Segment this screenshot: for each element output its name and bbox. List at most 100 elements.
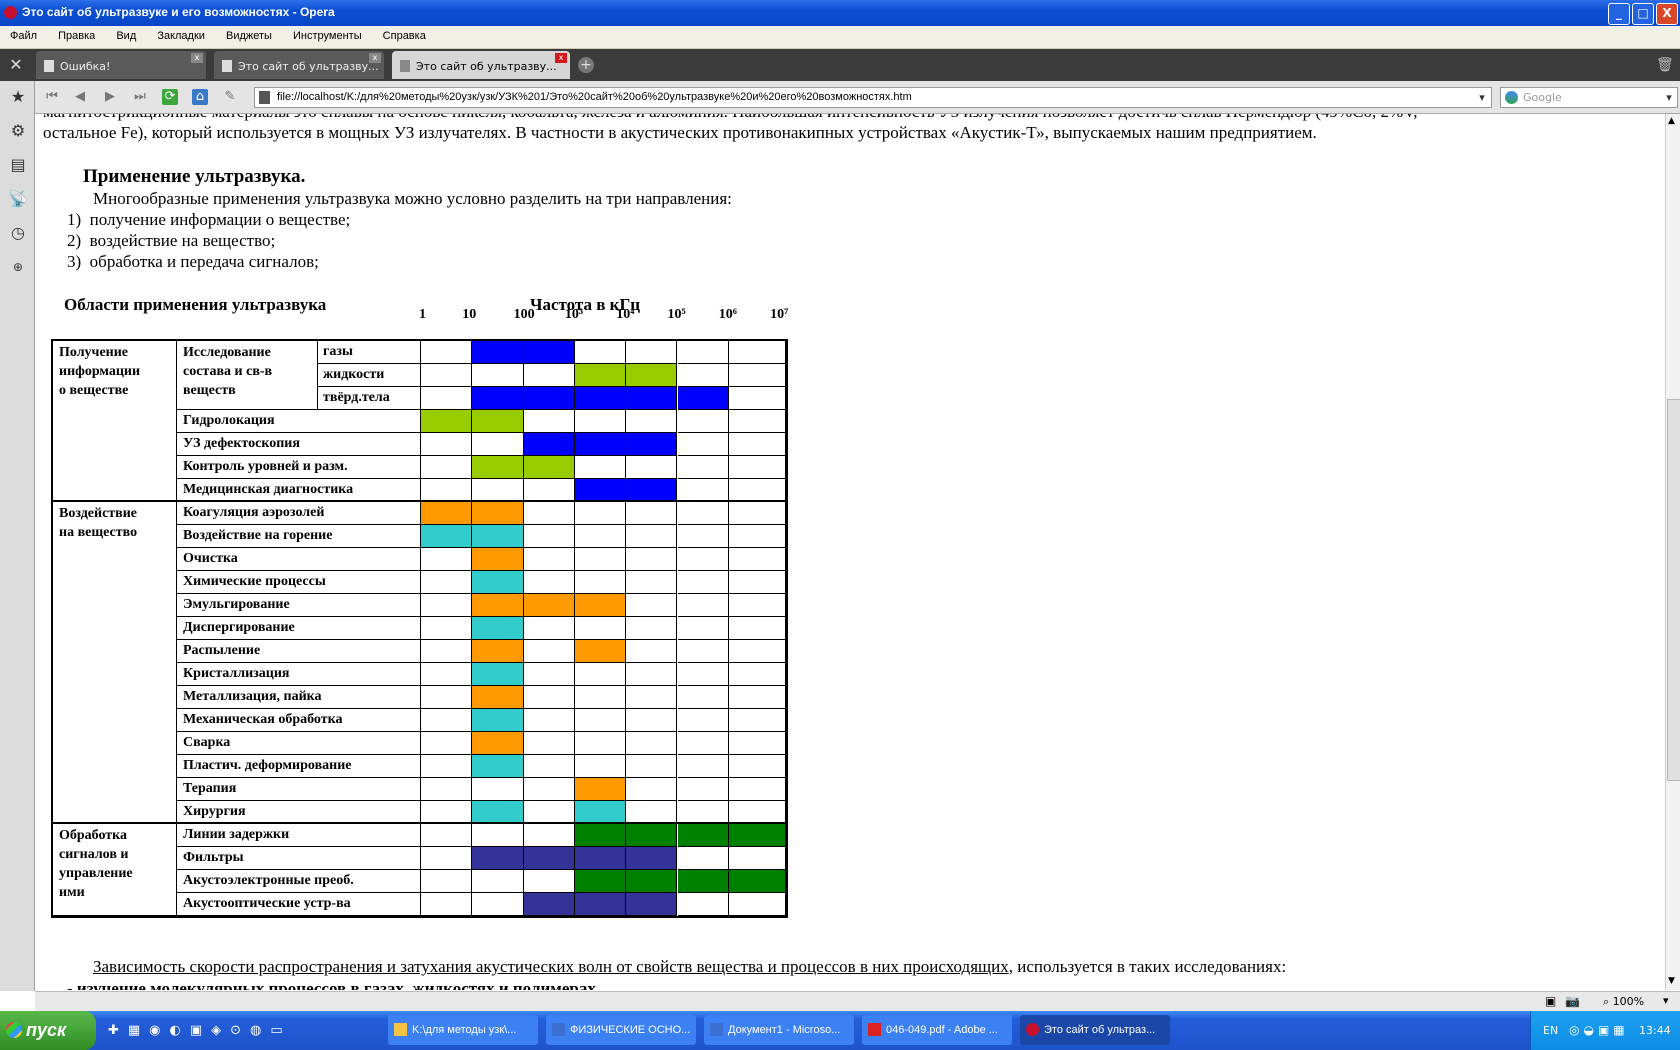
menu-tools[interactable]: Инструменты	[283, 26, 370, 42]
wand-icon[interactable]: ✎	[222, 89, 238, 105]
frequency-cell	[574, 709, 627, 732]
taskbar-item-explorer[interactable]: K:\для методы узк\...	[388, 1015, 538, 1045]
camera-icon[interactable]: 📷	[1565, 994, 1580, 1008]
frequency-cell	[677, 663, 729, 686]
chat-icon[interactable]: ▤	[8, 155, 28, 175]
frequency-cell	[574, 364, 627, 387]
menu-file[interactable]: Файл	[0, 26, 45, 42]
frequency-cell	[523, 778, 575, 801]
reload-icon[interactable]: ⟳	[162, 89, 178, 105]
frequency-cell	[677, 548, 729, 571]
frequency-cell	[523, 364, 575, 387]
chevron-down-icon[interactable]: ▾	[1663, 994, 1669, 1007]
frequency-cell	[574, 479, 627, 502]
home-icon[interactable]: ⌂	[192, 89, 208, 105]
frequency-cell	[523, 387, 575, 410]
maximize-button[interactable]: □	[1632, 3, 1654, 25]
frequency-cell	[677, 778, 729, 801]
taskbar-item-word1[interactable]: ФИЗИЧЕСКИЕ ОСНО...	[546, 1015, 696, 1045]
search-input[interactable]: Google ▾	[1500, 87, 1678, 108]
vertical-scrollbar[interactable]: ▲ ▼	[1665, 114, 1680, 990]
back-icon[interactable]: ◀	[72, 89, 88, 105]
frequency-cell	[421, 893, 473, 916]
table-row-sublabel: жидкости	[318, 364, 421, 387]
group-label: Получение	[59, 345, 129, 360]
tab-site-1[interactable]: Это сайт об ультразву... x	[214, 51, 384, 79]
table-row-label: УЗ дефектоскопия	[177, 433, 421, 456]
applications-table: газы жидкости твёрд.тела Гидролокация УЗ деф…	[51, 339, 788, 918]
menu-widgets[interactable]: Виджеты	[216, 26, 280, 42]
table-row-label: Эмульгирование	[177, 594, 421, 617]
frequency-cell	[728, 847, 786, 870]
frequency-cell	[523, 755, 575, 778]
taskbar-item-word2[interactable]: Документ1 - Microso...	[704, 1015, 854, 1045]
tray-icons[interactable]: ◎◒▣▦	[1569, 1023, 1629, 1037]
quick-launch[interactable]: ✚▦◉◐▣◈⊙◍▭	[108, 1023, 388, 1039]
zoom-control[interactable]: ⌕ 100%	[1603, 995, 1644, 1009]
tab-close-icon[interactable]: x	[369, 53, 381, 63]
frequency-cell	[677, 686, 729, 709]
frequency-cell	[728, 617, 786, 640]
close-button[interactable]: X	[1656, 3, 1678, 25]
settings-gear-icon[interactable]: ⚙	[8, 121, 28, 141]
tab-site-active[interactable]: Это сайт об ультразву... x	[392, 51, 570, 79]
feed-icon[interactable]: 📡	[8, 189, 28, 209]
tab-close-icon[interactable]: x	[555, 53, 567, 63]
new-tab-icon[interactable]: +	[578, 57, 594, 73]
taskbar-item-pdf[interactable]: 046-049.pdf - Adobe ...	[862, 1015, 1012, 1045]
article-text: остальное Fe), который используется в мо…	[43, 123, 1317, 142]
frequency-cell	[728, 433, 786, 456]
menu-view[interactable]: Вид	[106, 26, 144, 42]
frequency-cell	[677, 479, 729, 502]
address-input[interactable]: file://localhost/K:/для%20методы%20узк/у…	[254, 87, 1492, 108]
taskbar-item-opera[interactable]: Это сайт об ультраз...	[1020, 1015, 1170, 1045]
menu-bookmarks[interactable]: Закладки	[147, 26, 213, 42]
frequency-cell	[472, 410, 524, 433]
frequency-cell	[421, 663, 473, 686]
chevron-down-icon[interactable]: ▾	[1475, 88, 1489, 107]
frequency-cell	[472, 801, 524, 824]
list-item: 1) получение информации о веществе;	[67, 210, 351, 229]
frequency-cell	[421, 479, 473, 502]
forward-icon[interactable]: ▶	[102, 89, 118, 105]
scroll-thumb[interactable]	[1667, 399, 1680, 781]
start-button[interactable]: пуск	[0, 1011, 96, 1050]
menu-edit[interactable]: Правка	[48, 26, 103, 42]
frequency-tick-label: 10⁵	[667, 307, 686, 322]
history-clock-icon[interactable]: ◷	[8, 223, 28, 243]
table-row-label: Воздействие на горение	[177, 525, 421, 548]
scroll-up-icon[interactable]: ▲	[1668, 116, 1675, 126]
tools-icon[interactable]: ✕	[6, 55, 26, 75]
frequency-cell	[523, 617, 575, 640]
frequency-cell	[574, 686, 627, 709]
frequency-cell	[677, 755, 729, 778]
menu-help[interactable]: Справка	[373, 26, 434, 42]
frequency-tick-label: 1	[419, 307, 426, 322]
add-panel-icon[interactable]: ⊕	[8, 257, 28, 277]
frequency-cell	[421, 410, 473, 433]
frequency-cell	[728, 341, 786, 364]
trash-icon[interactable]: 🗑	[1656, 57, 1674, 73]
frequency-cell	[626, 617, 678, 640]
taskbar: пуск ✚▦◉◐▣◈⊙◍▭ K:\для методы узк\... ФИЗ…	[0, 1011, 1680, 1050]
bookmarks-star-icon[interactable]: ★	[8, 87, 28, 107]
tab-error[interactable]: Ошибка! x	[36, 51, 206, 79]
frequency-cell	[728, 732, 786, 755]
scroll-down-icon[interactable]: ▼	[1668, 976, 1675, 986]
panel-toggle-icon[interactable]: ▣	[1545, 994, 1556, 1008]
language-indicator[interactable]: EN	[1543, 1024, 1558, 1037]
frequency-cell	[574, 824, 627, 847]
frequency-cell	[421, 870, 473, 893]
frequency-cell	[421, 341, 473, 364]
frequency-cell	[626, 732, 678, 755]
bottom-paragraph: Зависимость скорости распространения и з…	[93, 957, 1287, 976]
frequency-cell	[626, 594, 678, 617]
minimize-button[interactable]: _	[1608, 3, 1630, 25]
group-label: сигналов и	[59, 847, 129, 862]
chevron-down-icon[interactable]: ▾	[1663, 88, 1675, 107]
fast-forward-icon[interactable]: ⏭	[132, 89, 148, 105]
table-row-label: Акустооптические устр-ва	[177, 893, 421, 916]
tab-close-icon[interactable]: x	[191, 53, 203, 63]
rewind-icon[interactable]: ⏮	[44, 89, 60, 105]
row-label: УЗ дефектоскопия	[183, 436, 300, 451]
